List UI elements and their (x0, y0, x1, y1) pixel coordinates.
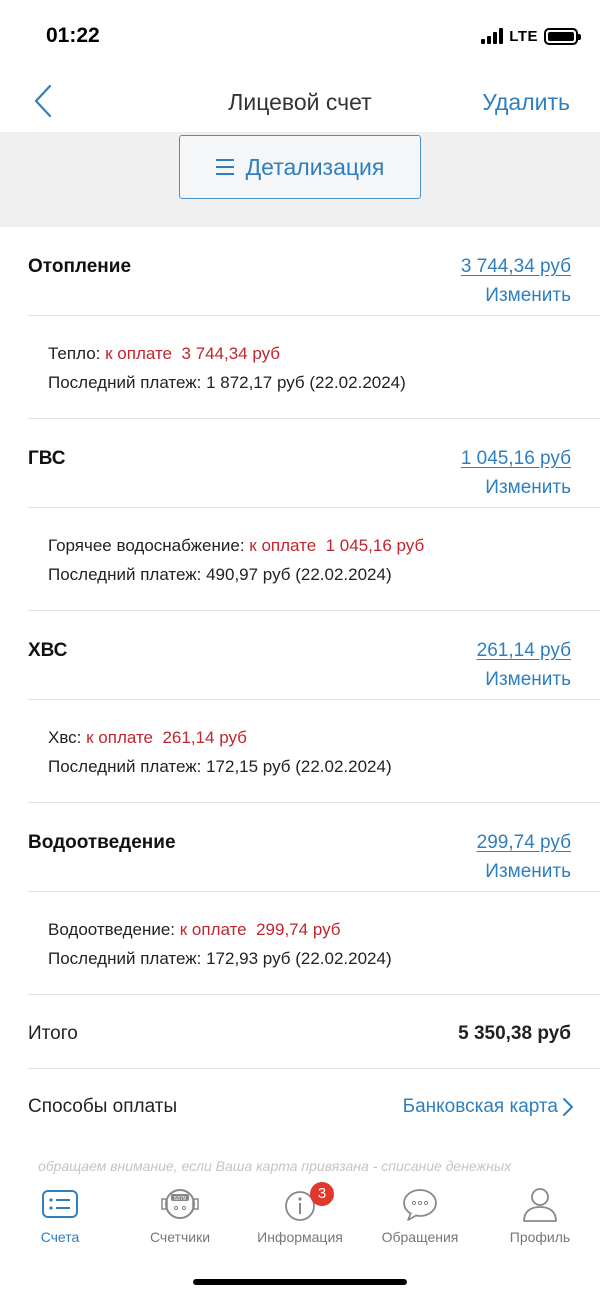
last-payment: Последний платеж: 172,93 руб (22.02.2024… (48, 949, 392, 968)
service-name: Отопление (28, 256, 132, 277)
service-name: Водоотведение (28, 832, 176, 853)
change-button[interactable]: Изменить (485, 477, 571, 499)
service-amount-link[interactable]: 3 744,34 руб (461, 256, 571, 278)
service-header: ХВС 261,14 руб Изменить (28, 611, 600, 700)
service-due-line: Горячее водоснабжение: к оплате 1 045,16… (48, 536, 424, 556)
detail-button[interactable]: Детализация (179, 135, 421, 199)
change-button[interactable]: Изменить (485, 285, 571, 307)
last-payment: Последний платеж: 490,97 руб (22.02.2024… (48, 565, 392, 584)
tab-profile[interactable]: Профиль (480, 1180, 600, 1250)
due-label: к оплате (179, 920, 247, 939)
service-detail: Водоотведение: к оплате 299,74 руб После… (28, 892, 600, 995)
menu-icon (215, 159, 234, 175)
last-payment: Последний платеж: 172,15 руб (22.02.2024… (48, 757, 392, 776)
tab-requests[interactable]: Обращения (360, 1180, 480, 1250)
due-label: к оплате (105, 344, 172, 363)
service-amount-link[interactable]: 1 045,16 руб (461, 448, 571, 470)
change-button[interactable]: Изменить (485, 861, 571, 883)
network-type: LTE (509, 27, 538, 45)
detail-name: Тепло: (48, 344, 101, 363)
service-header: Водоотведение 299,74 руб Изменить (28, 803, 600, 892)
battery-icon (544, 27, 581, 45)
change-button[interactable]: Изменить (485, 669, 571, 691)
total-label: Итого (28, 1023, 78, 1044)
payment-method-value: Банковская карта (402, 1096, 558, 1117)
service-amount-link[interactable]: 299,74 руб (477, 832, 571, 854)
meter-icon: 5379 (161, 1189, 199, 1219)
chat-icon (403, 1189, 437, 1221)
service-header: ГВС 1 045,16 руб Изменить (28, 419, 600, 508)
detail-band: Детализация (0, 132, 600, 227)
detail-name: Хвс: (48, 728, 82, 747)
service-due-line: Хвс: к оплате 261,14 руб (48, 728, 247, 748)
notification-badge: 3 (310, 1182, 334, 1206)
service-due-line: Тепло: к оплате 3 744,34 руб (48, 344, 280, 364)
due-amount: 3 744,34 руб (181, 344, 281, 363)
meter-digits: 5379 (174, 1196, 186, 1202)
navigation-bar: Лицевой счет Удалить (0, 70, 600, 132)
status-bar: 01:22 LTE (0, 0, 600, 70)
tab-bills[interactable]: Счета (0, 1180, 120, 1250)
service-name: ХВС (28, 640, 68, 661)
tab-label: Профиль (509, 1229, 571, 1245)
tab-label: Обращения (381, 1229, 459, 1245)
total-value: 5 350,38 руб (458, 1023, 571, 1044)
service-due-line: Водоотведение: к оплате 299,74 руб (48, 920, 341, 940)
service-header: Отопление 3 744,34 руб Изменить (28, 227, 600, 316)
delete-button[interactable]: Удалить (482, 89, 570, 116)
profile-icon (523, 1188, 557, 1222)
status-time: 01:22 (46, 24, 100, 47)
payment-methods-label: Способы оплаты (28, 1096, 178, 1117)
due-amount: 261,14 руб (162, 728, 247, 747)
service-detail: Тепло: к оплате 3 744,34 руб Последний п… (28, 316, 600, 419)
tab-label: Счета (40, 1229, 80, 1245)
service-detail: Хвс: к оплате 261,14 руб Последний плате… (28, 700, 600, 803)
detail-name: Водоотведение: (48, 920, 176, 939)
bills-icon (42, 1190, 78, 1218)
tab-meters[interactable]: 5379 Счетчики (120, 1180, 240, 1250)
signal-icon (481, 28, 504, 44)
service-detail: Горячее водоснабжение: к оплате 1 045,16… (28, 508, 600, 611)
last-payment: Последний платеж: 1 872,17 руб (22.02.20… (48, 373, 406, 392)
chevron-right-icon (563, 1098, 573, 1116)
service-name: ГВС (28, 448, 66, 469)
tab-bar: Счета 5379 Счетчики 3 Информация Обращен… (0, 1180, 600, 1250)
due-amount: 1 045,16 руб (325, 536, 425, 555)
due-label: к оплате (249, 536, 317, 555)
detail-button-label: Детализация (245, 153, 385, 180)
status-indicators: LTE (481, 25, 581, 47)
due-label: к оплате (86, 728, 154, 747)
payment-notice: обращаем внимание, если Ваша карта привя… (38, 1158, 512, 1174)
detail-name: Горячее водоснабжение: (48, 536, 245, 555)
account-content: Отопление 3 744,34 руб Изменить Тепло: к… (0, 227, 600, 1143)
tab-label: Информация (257, 1229, 343, 1245)
payment-methods-row[interactable]: Способы оплаты Банковская карта (28, 1069, 600, 1143)
total-row: Итого 5 350,38 руб (28, 995, 600, 1069)
due-amount: 299,74 руб (256, 920, 341, 939)
tab-information[interactable]: 3 Информация (240, 1180, 360, 1250)
service-amount-link[interactable]: 261,14 руб (477, 640, 571, 662)
home-indicator[interactable] (193, 1279, 407, 1285)
tab-label: Счетчики (149, 1229, 211, 1245)
payment-method-selector[interactable]: Банковская карта (403, 1096, 574, 1118)
